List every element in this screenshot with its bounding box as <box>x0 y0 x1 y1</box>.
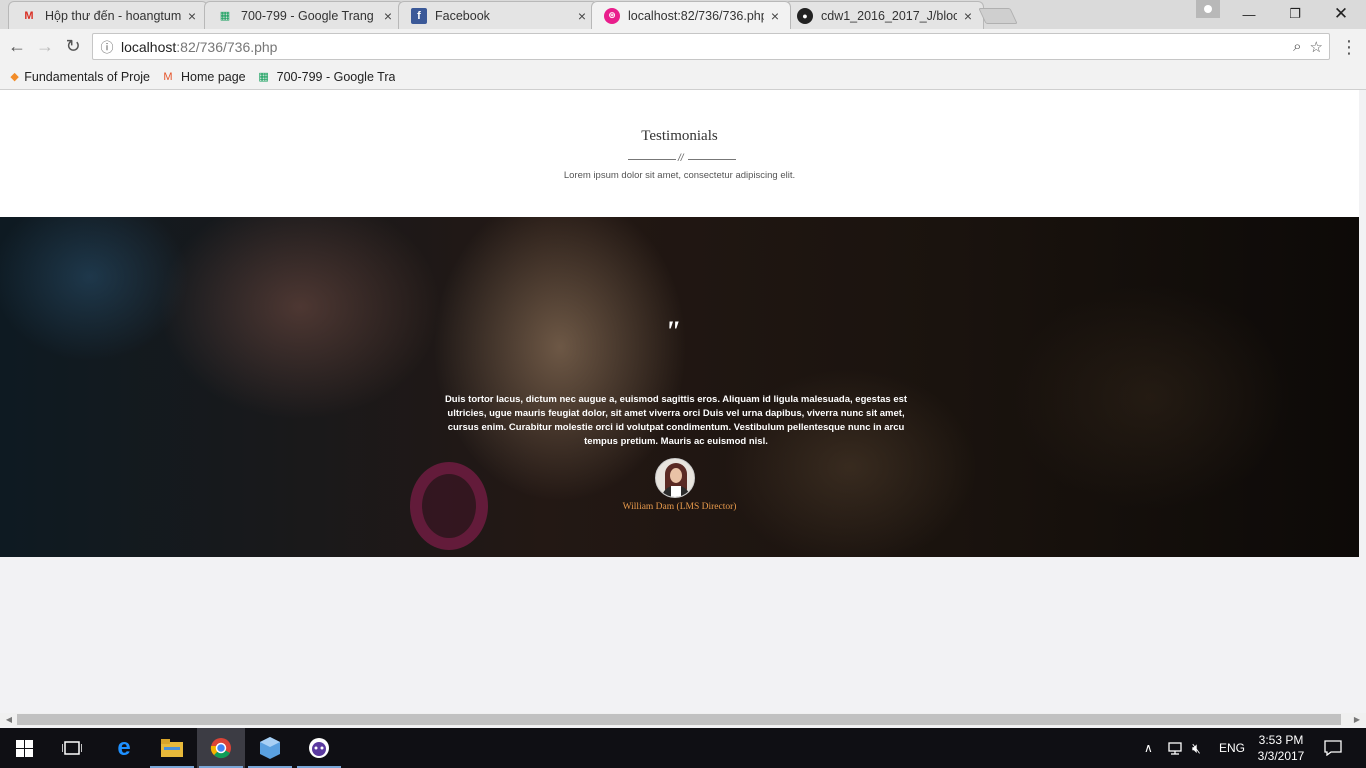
facebook-icon: f <box>411 7 427 24</box>
tab-title: Facebook <box>435 8 490 23</box>
tab-title: 700-799 - Google Trang t <box>241 8 377 23</box>
scroll-left-icon[interactable]: ◀ <box>2 713 16 726</box>
system-clock[interactable]: 3:53 PM 3/3/2017 <box>1250 732 1312 764</box>
xampp-icon[interactable] <box>295 728 343 768</box>
file-explorer-icon[interactable] <box>148 728 196 768</box>
chrome-icon[interactable] <box>197 728 245 768</box>
back-button[interactable]: ← <box>6 35 28 57</box>
profile-icon[interactable] <box>1196 0 1220 18</box>
restore-button[interactable]: ❐ <box>1272 0 1318 28</box>
close-icon[interactable]: × <box>961 8 975 24</box>
reload-button[interactable]: ↻ <box>62 35 84 57</box>
minimize-button[interactable]: — <box>1226 0 1272 28</box>
tab-strip: M Hộp thư đến - hoangtum × ▦ 700-799 - G… <box>0 0 1366 29</box>
bookmark-label: 700-799 - Google Tra <box>276 69 396 84</box>
edge-icon[interactable]: e <box>100 728 148 768</box>
volume-muted-icon[interactable]: 🔇︎ <box>1192 728 1201 768</box>
virtualbox-icon[interactable] <box>246 728 294 768</box>
clock-date: 3/3/2017 <box>1257 749 1305 763</box>
section-subtitle: Lorem ipsum dolor sit amet, consectetur … <box>563 170 796 181</box>
tab-google-sheets[interactable]: ▦ 700-799 - Google Trang t × <box>204 1 404 29</box>
avatar <box>655 458 695 498</box>
tab-title: localhost:82/736/736.php <box>628 8 764 23</box>
quote-icon: " <box>664 315 681 348</box>
browser-toolbar: ← → ↻ ⓘ localhost:82/736/736.php ⌕ ☆ <box>0 29 1366 64</box>
testimonial-author: William Dam (LMS Director) <box>622 502 737 512</box>
task-view-icon[interactable] <box>48 728 96 768</box>
tab-localhost[interactable]: ⊛ localhost:82/736/736.php × <box>591 1 791 29</box>
close-icon[interactable]: × <box>381 8 395 24</box>
bookmark-item[interactable]: ▦ 700-799 - Google Tra <box>256 69 396 85</box>
tab-gmail[interactable]: M Hộp thư đến - hoangtum × <box>8 1 208 29</box>
testimonial-banner: " Duis tortor lacus, dictum nec augue a,… <box>0 217 1359 557</box>
vertical-scrollbar[interactable] <box>1359 90 1366 713</box>
network-icon[interactable] <box>1168 728 1186 768</box>
address-bar[interactable]: ⓘ localhost:82/736/736.php ⌕ ☆ <box>92 33 1330 60</box>
magento-icon: M <box>163 70 173 83</box>
bookmark-label: Home page <box>181 69 246 84</box>
gmail-icon: M <box>24 9 34 22</box>
close-window-button[interactable]: ✕ <box>1318 0 1364 28</box>
sheets-icon: ▦ <box>219 10 231 22</box>
clock-time: 3:53 PM <box>1258 733 1304 747</box>
tab-github[interactable]: ● cdw1_2016_2017_J/block × <box>784 1 984 29</box>
page-viewport: Testimonials // Lorem ipsum dolor sit am… <box>0 90 1359 713</box>
windows-taskbar: e ∧ 🔇︎ ENG 3:53 PM 3/3/2017 <box>0 728 1366 768</box>
tab-title: Hộp thư đến - hoangtum <box>45 8 181 23</box>
language-indicator[interactable]: ENG <box>1219 728 1245 768</box>
new-tab-button[interactable] <box>978 8 1018 24</box>
bookmarks-bar: ◆ Fundamentals of Proje M Home page ▦ 70… <box>0 64 1366 90</box>
sheets-icon: ▦ <box>258 71 269 83</box>
testimonials-header: Testimonials // Lorem ipsum dolor sit am… <box>0 90 1359 217</box>
close-icon[interactable]: × <box>185 8 199 24</box>
zoom-icon[interactable]: ⌕ <box>1293 38 1301 56</box>
scrollbar-thumb[interactable] <box>17 714 1341 725</box>
address-path: :82/736/736.php <box>176 38 278 55</box>
horizontal-scrollbar[interactable]: ◀ ▶ <box>0 713 1366 726</box>
testimonial-quote: Duis tortor lacus, dictum nec augue a, e… <box>444 394 908 447</box>
info-icon[interactable]: ⓘ <box>93 37 121 56</box>
show-hidden-icons[interactable]: ∧ <box>1144 728 1153 768</box>
close-icon[interactable]: × <box>575 8 589 24</box>
course-icon: ◆ <box>10 71 19 83</box>
bookmark-label: Fundamentals of Proje <box>24 69 150 84</box>
scroll-right-icon[interactable]: ▶ <box>1350 713 1364 726</box>
forward-button[interactable]: → <box>34 35 56 57</box>
github-icon: ● <box>797 7 813 24</box>
site-icon: ⊛ <box>604 7 620 24</box>
close-icon[interactable]: × <box>768 8 782 24</box>
start-button[interactable] <box>0 728 48 768</box>
bookmark-item[interactable]: ◆ Fundamentals of Proje <box>10 69 150 85</box>
tab-facebook[interactable]: f Facebook × <box>398 1 598 29</box>
bookmark-item[interactable]: M Home page <box>160 69 246 85</box>
address-host: localhost <box>121 38 177 55</box>
section-title: Testimonials <box>641 128 718 144</box>
title-divider: // <box>628 153 738 164</box>
browser-menu-icon[interactable]: ⋮ <box>1340 36 1358 58</box>
bookmark-star-icon[interactable]: ☆ <box>1310 38 1323 56</box>
action-center-icon[interactable] <box>1324 728 1342 768</box>
tab-title: cdw1_2016_2017_J/block <box>821 8 957 23</box>
